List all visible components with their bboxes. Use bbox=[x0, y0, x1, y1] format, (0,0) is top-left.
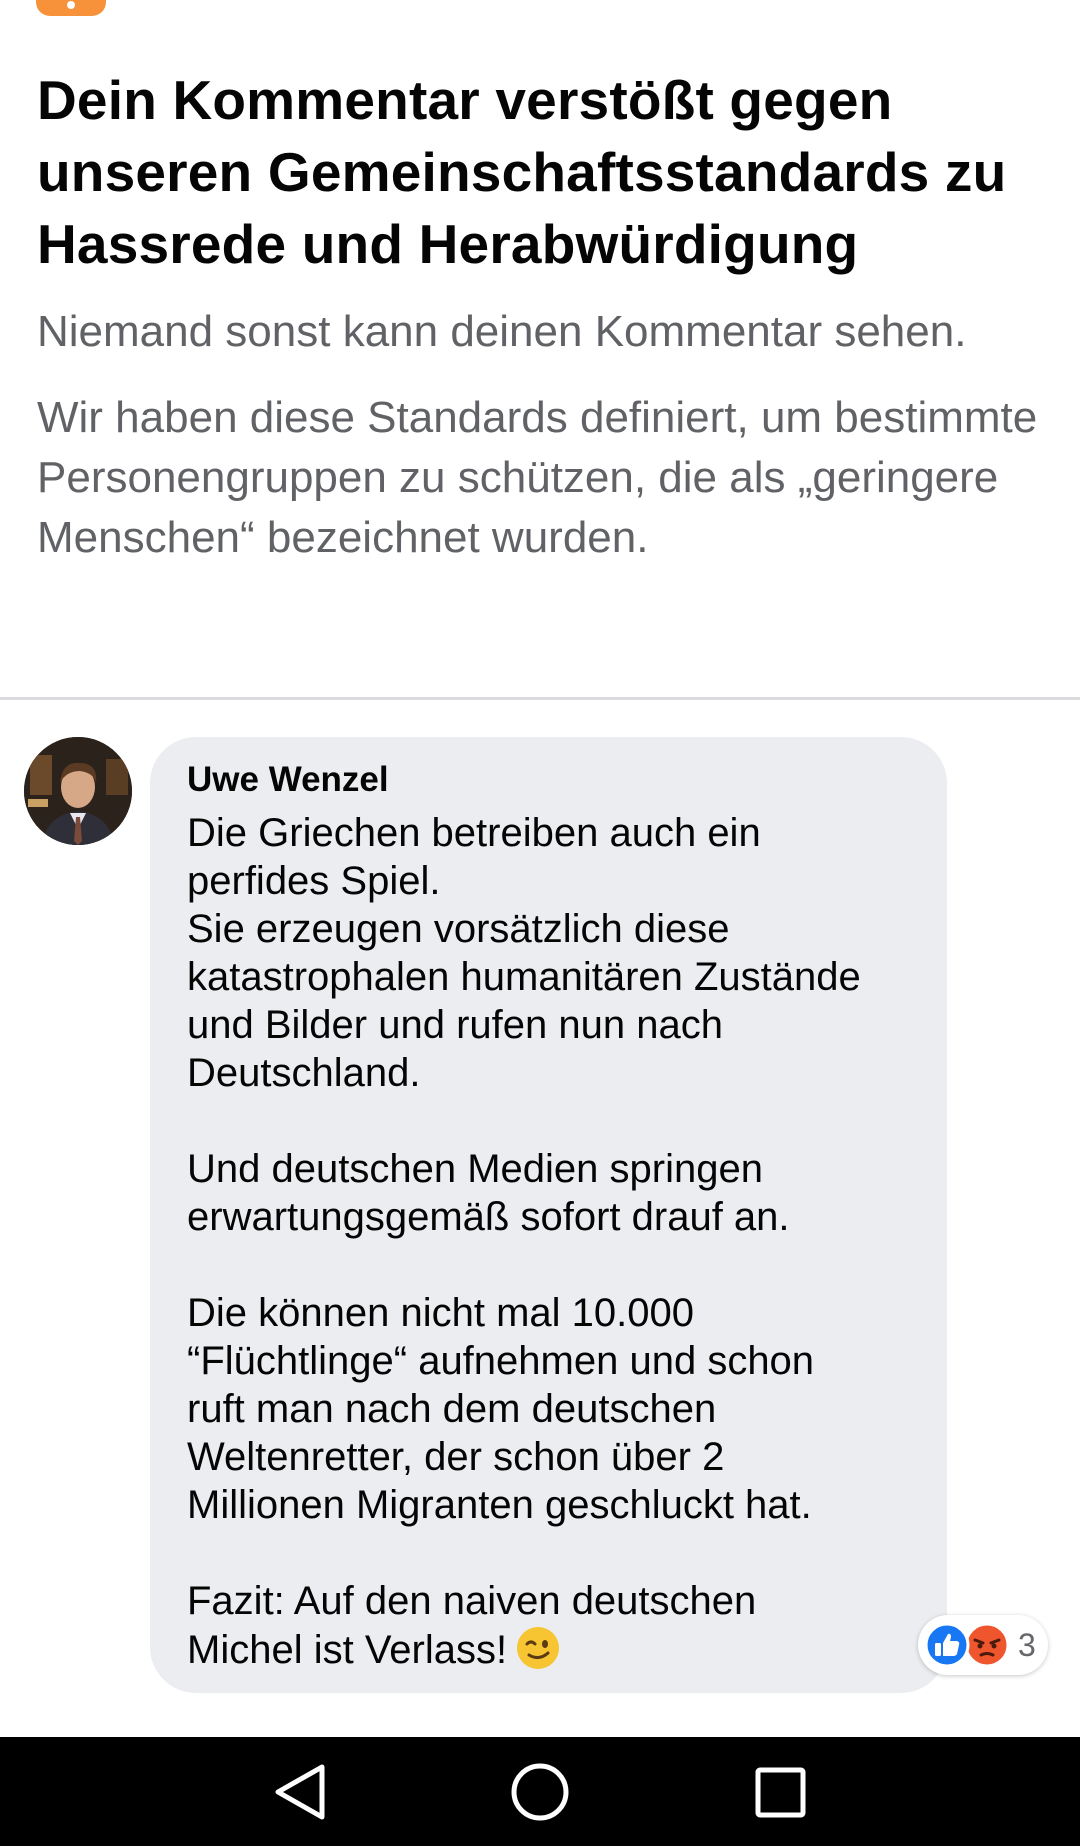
warning-icon bbox=[36, 0, 106, 16]
avatar-photo bbox=[24, 737, 132, 845]
divider bbox=[0, 697, 1080, 700]
recents-button[interactable] bbox=[720, 1737, 840, 1846]
reaction-count: 3 bbox=[1018, 1627, 1036, 1663]
home-button[interactable] bbox=[480, 1737, 600, 1846]
winking-face-emoji bbox=[517, 1627, 560, 1669]
comment-body: Die Griechen betreiben auch ein perfides… bbox=[187, 811, 861, 1672]
comment-text: Die Griechen betreiben auch ein perfides… bbox=[187, 809, 911, 1674]
angry-reaction-icon bbox=[964, 1622, 1010, 1668]
avatar[interactable] bbox=[24, 737, 132, 845]
home-circle-icon bbox=[511, 1763, 569, 1821]
notice-body: Wir haben diese Standards definiert, um … bbox=[37, 393, 1038, 562]
notice-subtitle: Niemand sonst kann deinen Kommentar sehe… bbox=[37, 307, 967, 356]
back-triangle-icon bbox=[275, 1764, 325, 1820]
comment-author[interactable]: Uwe Wenzel bbox=[187, 755, 911, 805]
android-navigation-bar bbox=[0, 1737, 1080, 1846]
like-reaction-icon bbox=[924, 1622, 970, 1668]
recents-square-icon bbox=[755, 1767, 806, 1818]
notice-title: Dein Kommentar verstößt gegen unseren Ge… bbox=[37, 69, 1007, 275]
reactions-summary[interactable]: 3 bbox=[918, 1615, 1048, 1675]
comment-bubble[interactable]: Uwe Wenzel Die Griechen betreiben auch e… bbox=[150, 737, 947, 1693]
violation-notice: Dein Kommentar verstößt gegen unseren Ge… bbox=[37, 64, 1047, 568]
back-button[interactable] bbox=[240, 1737, 360, 1846]
